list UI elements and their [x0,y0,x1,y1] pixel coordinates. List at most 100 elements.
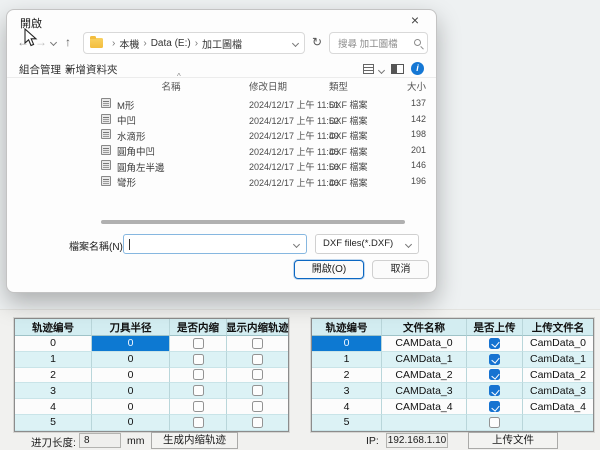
cell-track-id[interactable]: 1 [15,352,92,368]
cancel-button[interactable]: 取消 [372,260,429,279]
shrink-checkbox[interactable] [193,369,204,380]
filename-input[interactable] [123,234,307,254]
filetype-select[interactable]: DXF files(*.DXF) [315,234,419,254]
upload-checkbox[interactable] [489,417,500,428]
breadcrumb-separator: › [112,38,115,49]
cell-track-id[interactable]: 4 [15,399,92,415]
feed-length-input[interactable]: 8 [79,433,121,448]
cell-track-id[interactable]: 2 [15,368,92,384]
column-header-size[interactable]: 大小 [381,79,426,93]
history-chevron-icon[interactable] [50,39,57,46]
breadcrumb[interactable]: › 本機 › Data (E:) › 加工圖檔 [83,32,305,54]
shrink-checkbox[interactable] [193,354,204,365]
file-row[interactable]: 水滴形 2024/12/17 上午 11:49 DXF 檔案 198 [93,127,433,143]
dxf-file-icon [101,176,111,186]
cell-track-id[interactable]: 5 [15,415,92,431]
cell-file-name[interactable]: CAMData_0 [382,336,467,352]
cell-track-id[interactable]: 4 [312,399,382,415]
upload-checkbox[interactable] [489,385,500,396]
show-track-checkbox[interactable] [252,417,263,428]
shrink-checkbox[interactable] [193,385,204,396]
cell-upload-name[interactable]: CamData_4 [523,399,593,415]
filename-chevron-icon[interactable] [293,241,300,248]
ip-input[interactable]: 192.168.1.10 [386,433,448,448]
refresh-icon[interactable]: ↻ [312,35,322,49]
breadcrumb-item-drive[interactable]: Data (E:) [151,38,191,49]
cell-track-id[interactable]: 5 [312,415,382,431]
preview-pane-icon[interactable] [391,64,404,74]
cell-upload-name[interactable]: CamData_2 [523,368,593,384]
file-list: M形 2024/12/17 上午 11:51 DXF 檔案 137 中凹 202… [93,96,433,189]
show-track-checkbox[interactable] [252,354,263,365]
file-row[interactable]: 彎形 2024/12/17 上午 11:46 DXF 檔案 196 [93,174,433,190]
close-icon[interactable]: × [406,12,424,28]
cell-show [227,415,288,431]
cell-tool-radius[interactable]: 0 [92,383,170,399]
upload-checkbox[interactable] [489,401,500,412]
breadcrumb-item-folder[interactable]: 加工圖檔 [202,36,242,51]
cell-upload-name[interactable]: CamData_3 [523,383,593,399]
column-header-name[interactable]: 名稱 [101,79,241,93]
cell-tool-radius[interactable]: 0 [92,352,170,368]
table-row: 1 0 [15,352,288,368]
breadcrumb-chevron-icon[interactable] [292,40,299,47]
file-row[interactable]: 圓角中凹 2024/12/17 上午 11:45 DXF 檔案 201 [93,143,433,159]
file-row[interactable]: M形 2024/12/17 上午 11:51 DXF 檔案 137 [93,96,433,112]
cell-track-id-selected[interactable]: 0 [312,336,382,352]
horizontal-scrollbar[interactable] [101,220,405,224]
cell-tool-radius[interactable]: 0 [92,368,170,384]
cell-upload-name[interactable] [523,415,593,431]
show-track-checkbox[interactable] [252,401,263,412]
cell-file-name[interactable]: CAMData_4 [382,399,467,415]
file-size: 146 [381,160,426,170]
show-track-checkbox[interactable] [252,369,263,380]
upload-checkbox[interactable] [489,369,500,380]
upload-table-header: 轨迹编号 文件名称 是否上传 上传文件名 [312,319,593,336]
file-type: DXF 檔案 [329,98,368,111]
file-list-header: 名稱 ^ 修改日期 類型 大小 [93,79,433,93]
cell-upload-name[interactable]: CamData_1 [523,352,593,368]
view-mode-chevron-icon[interactable] [378,67,385,74]
cell-track-id[interactable]: 3 [312,383,382,399]
info-icon[interactable]: i [411,62,424,75]
show-track-checkbox[interactable] [252,385,263,396]
bottom-bar: 进刀长度: 8 mm 生成内缩轨迹 IP: 192.168.1.10 上传文件 [0,432,600,450]
filetype-chevron-icon [405,241,412,248]
feed-length-label: 进刀长度: [31,435,76,450]
header-show-track: 显示内缩轨迹 [227,319,288,336]
feed-unit-label: mm [127,435,145,447]
generate-track-button[interactable]: 生成内缩轨迹 [151,432,238,449]
column-header-date[interactable]: 修改日期 [249,79,287,93]
upload-file-button[interactable]: 上传文件 [468,432,558,449]
shrink-checkbox[interactable] [193,417,204,428]
view-mode-icon[interactable] [363,64,374,74]
new-folder-button[interactable]: 新增資料夾 [65,62,118,77]
file-row[interactable]: 中凹 2024/12/17 上午 11:52 DXF 檔案 142 [93,112,433,128]
cell-track-id[interactable]: 3 [15,383,92,399]
shrink-checkbox[interactable] [193,338,204,349]
cell-file-name[interactable] [382,415,467,431]
open-button[interactable]: 開啟(O) [294,260,364,279]
breadcrumb-item-this-pc[interactable]: 本機 [119,36,139,51]
show-track-checkbox[interactable] [252,338,263,349]
cell-tool-radius-selected[interactable]: 0 [92,336,170,352]
cell-track-id[interactable]: 0 [15,336,92,352]
file-row[interactable]: 圓角左半邊 2024/12/17 上午 11:56 DXF 檔案 146 [93,158,433,174]
upload-checkbox[interactable] [489,338,500,349]
cell-tool-radius[interactable]: 0 [92,415,170,431]
cell-file-name[interactable]: CAMData_3 [382,383,467,399]
cell-shrink [170,399,227,415]
cell-track-id[interactable]: 1 [312,352,382,368]
shrink-checkbox[interactable] [193,401,204,412]
cell-track-id[interactable]: 2 [312,368,382,384]
cell-tool-radius[interactable]: 0 [92,399,170,415]
upload-checkbox[interactable] [489,354,500,365]
up-icon[interactable]: ↑ [65,35,71,49]
search-input[interactable]: 搜尋 加工圖檔 [329,32,428,54]
cell-upload-name[interactable]: CamData_0 [523,336,593,352]
cell-file-name[interactable]: CAMData_2 [382,368,467,384]
cell-file-name[interactable]: CAMData_1 [382,352,467,368]
folder-icon [90,38,103,48]
column-header-type[interactable]: 類型 [329,79,348,93]
cell-shrink [170,368,227,384]
